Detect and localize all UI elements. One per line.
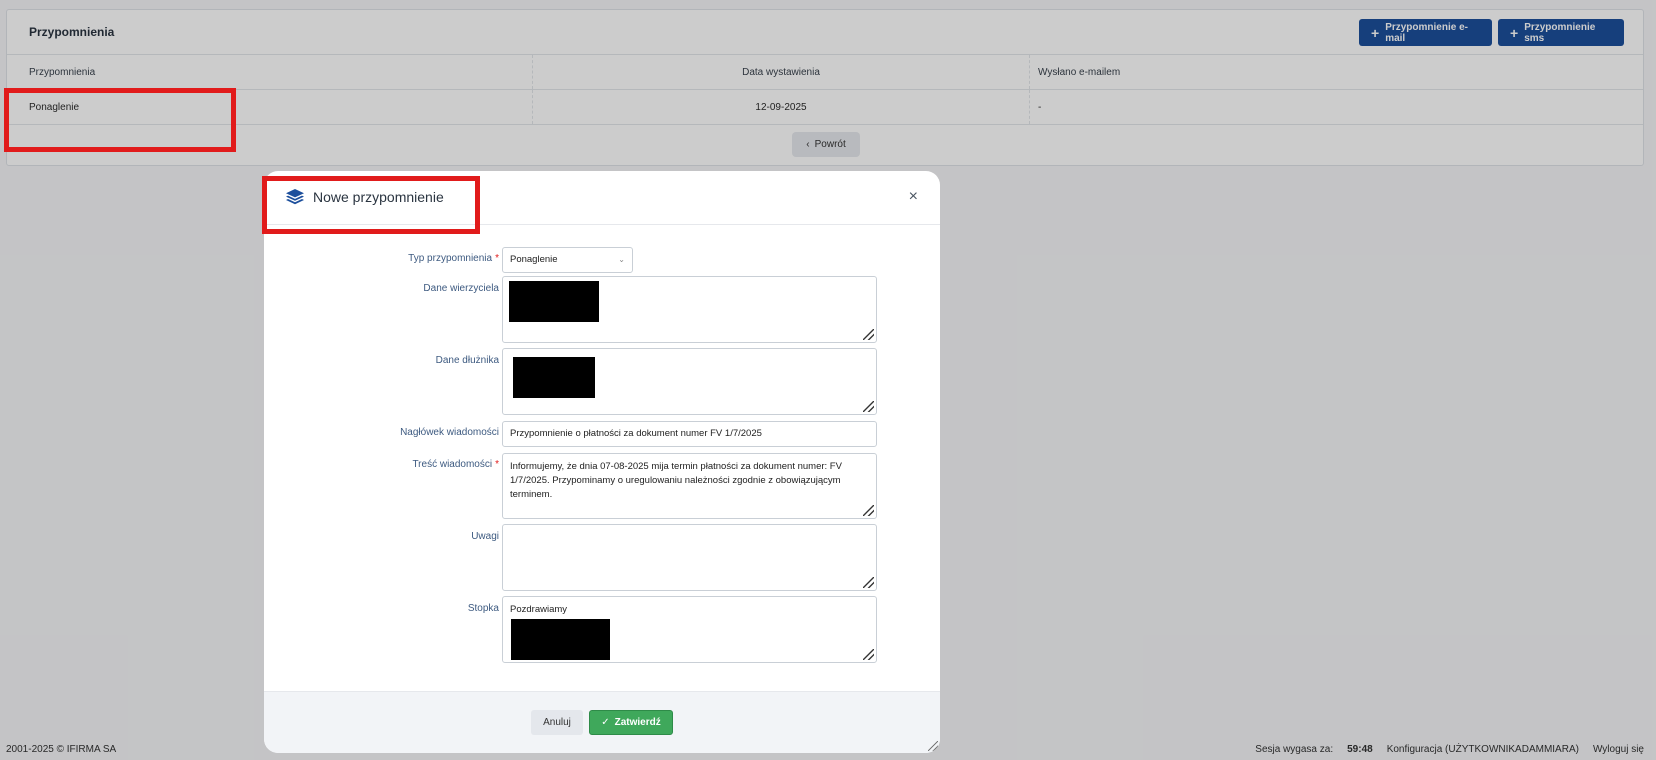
close-icon[interactable]: × xyxy=(909,188,918,206)
resize-handle-icon[interactable] xyxy=(863,577,874,588)
footer-textarea[interactable]: Pozdrawiamy xyxy=(502,596,877,663)
submit-button-label: Zatwierdź xyxy=(614,717,661,728)
resize-handle-icon[interactable] xyxy=(863,505,874,516)
redacted-block xyxy=(511,619,610,660)
notes-label: Uwagi xyxy=(471,531,499,542)
subject-input[interactable]: Przypomnienie o płatności za dokument nu… xyxy=(502,421,877,447)
footer-label: Stopka xyxy=(467,603,499,614)
resize-handle-icon[interactable] xyxy=(863,401,874,412)
debtor-label: Dane dłużnika xyxy=(435,355,499,366)
body-label: Treść wiadomości * xyxy=(412,459,499,470)
notes-textarea[interactable] xyxy=(502,524,877,591)
cancel-button[interactable]: Anuluj xyxy=(531,710,583,735)
chevron-down-icon: ⌄ xyxy=(618,255,625,264)
modal-footer: Anuluj ✓ Zatwierdź xyxy=(264,691,940,753)
footer-text: Pozdrawiamy xyxy=(510,604,568,615)
new-reminder-modal: Nowe przypomnienie × Typ przypomnienia * … xyxy=(264,171,940,753)
redacted-block xyxy=(509,281,599,322)
submit-button[interactable]: ✓ Zatwierdź xyxy=(589,710,673,735)
type-label: Typ przypomnienia * xyxy=(408,253,499,264)
reminder-type-value: Ponaglenie xyxy=(510,254,558,265)
creditor-textarea[interactable] xyxy=(502,276,877,343)
highlight-box-table-row xyxy=(4,88,236,152)
redacted-block xyxy=(513,357,595,398)
highlight-box-modal-title xyxy=(262,176,480,234)
body-textarea[interactable]: Informujemy, że dnia 07-08-2025 mija ter… xyxy=(502,453,877,519)
modal-resize-handle-icon[interactable] xyxy=(928,741,938,751)
debtor-textarea[interactable] xyxy=(502,348,877,415)
creditor-label: Dane wierzyciela xyxy=(423,283,499,294)
subject-label: Nagłówek wiadomości xyxy=(400,427,499,438)
resize-handle-icon[interactable] xyxy=(863,329,874,340)
resize-handle-icon[interactable] xyxy=(863,649,874,660)
check-icon: ✓ xyxy=(601,717,610,728)
body-text: Informujemy, że dnia 07-08-2025 mija ter… xyxy=(510,461,842,500)
reminder-type-select[interactable]: Ponaglenie ⌄ xyxy=(502,247,633,273)
